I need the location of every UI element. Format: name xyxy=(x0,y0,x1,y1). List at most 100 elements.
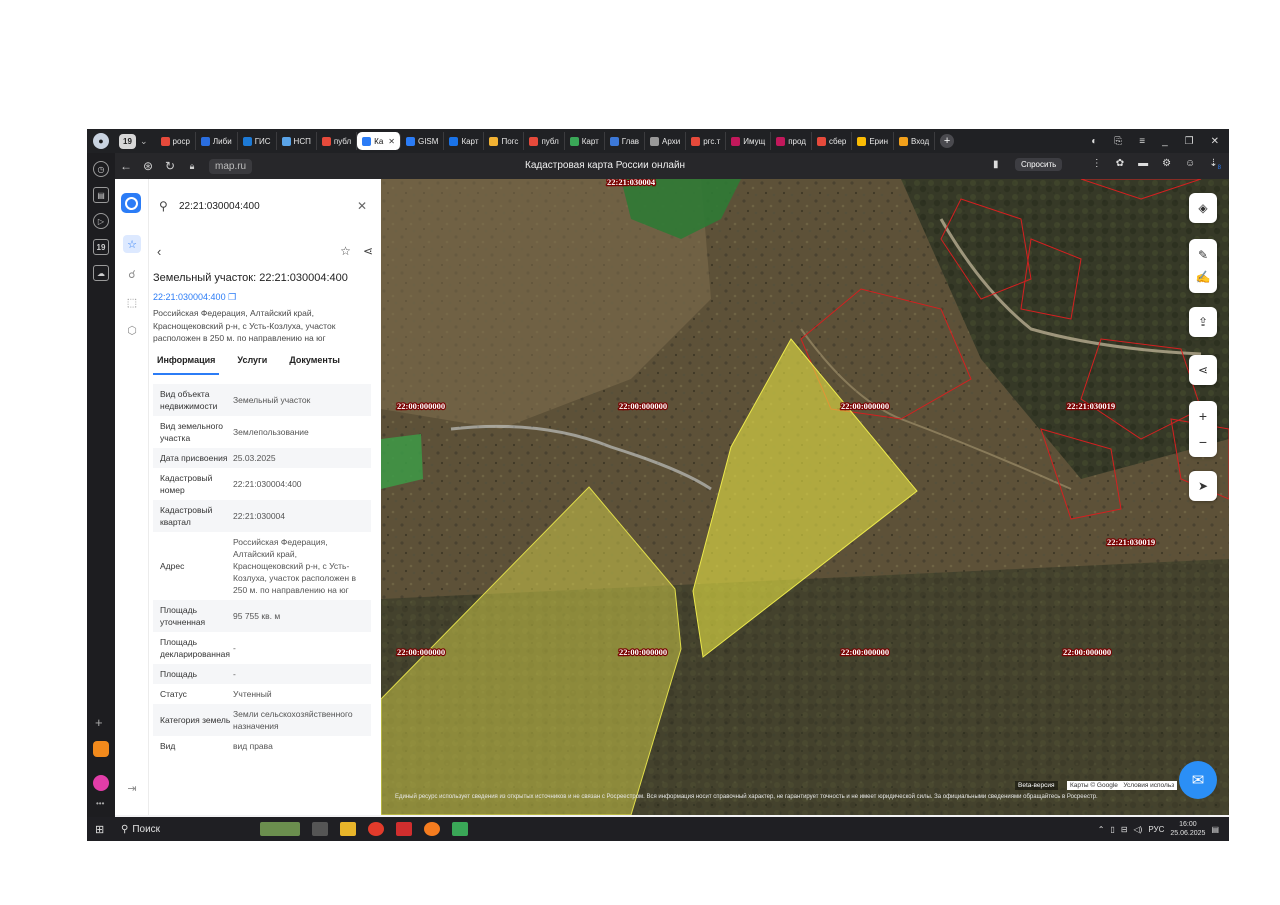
language-indicator[interactable]: РУС xyxy=(1148,825,1164,834)
restore-button[interactable]: ❐ xyxy=(1185,136,1194,147)
back-icon[interactable]: ← xyxy=(115,159,137,173)
browser-tab[interactable]: Глав xyxy=(605,132,646,150)
options-icon[interactable]: ⋮ xyxy=(1092,158,1102,171)
chevron-down-icon[interactable]: ⌄ xyxy=(140,136,148,147)
browser-tab[interactable]: GISM xyxy=(401,132,445,150)
url-field[interactable]: map.ru xyxy=(209,158,253,174)
zoom-in-button[interactable]: + xyxy=(1199,408,1207,424)
firefox-icon[interactable] xyxy=(424,822,441,836)
tabs-count-icon[interactable]: 19 xyxy=(93,239,109,255)
minimize-button[interactable]: _ xyxy=(1162,136,1168,147)
browser-tab[interactable]: сбер xyxy=(812,132,853,150)
search-input[interactable]: 22:21:030004:400 xyxy=(179,201,260,212)
close-window-button[interactable]: ✕ xyxy=(1211,136,1219,147)
browser-tab[interactable]: Архи xyxy=(645,132,687,150)
parcel-number-text[interactable]: 22:21:030004:400 xyxy=(153,292,226,302)
edit-icon[interactable]: ✍ xyxy=(1196,270,1211,284)
back-button[interactable]: ‹ xyxy=(157,244,161,259)
parcel-number-link[interactable]: 22:21:030004:400 ❐ xyxy=(153,292,236,303)
weather-widget[interactable] xyxy=(260,822,301,836)
bookmark-page-icon[interactable]: ▮ xyxy=(993,159,999,170)
extensions-icon[interactable]: ⚙ xyxy=(1162,158,1171,171)
browser-tab[interactable]: НСП xyxy=(277,132,317,150)
area-select-icon[interactable]: ⬚ xyxy=(123,293,141,311)
more-icon[interactable]: ••• xyxy=(96,799,104,808)
browser-tab[interactable]: Карт xyxy=(444,132,485,150)
file-explorer-icon[interactable] xyxy=(340,822,357,836)
tab-documents[interactable]: Документы xyxy=(285,355,344,375)
browser-tab[interactable]: Ерин xyxy=(852,132,895,150)
terms-link[interactable]: Условия использ xyxy=(1123,782,1174,789)
measure-icon[interactable]: ☌ xyxy=(123,265,141,283)
mail-app-icon[interactable] xyxy=(93,741,109,757)
tab-services[interactable]: Услуги xyxy=(233,355,271,375)
download-icon[interactable]: ⇣8 xyxy=(1209,158,1221,171)
close-tab-icon[interactable]: ✕ xyxy=(388,137,395,146)
app-logo[interactable] xyxy=(121,193,141,213)
browser-tab[interactable]: Погс xyxy=(484,132,525,150)
puzzle-icon[interactable]: ✿ xyxy=(1116,158,1124,171)
ask-button[interactable]: Спросить xyxy=(1015,158,1063,171)
search-box[interactable]: ⚲ 22:21:030004:400 ✕ xyxy=(153,191,375,221)
locate-button[interactable]: ➤ xyxy=(1189,471,1217,501)
taskbar-search[interactable]: ⚲ Поиск xyxy=(121,824,160,835)
mail-button[interactable]: ✉ xyxy=(1179,761,1217,799)
tab-counter[interactable]: 19 xyxy=(119,133,136,149)
zoom-out-button[interactable]: − xyxy=(1199,434,1207,450)
favorites-icon[interactable]: ☆ xyxy=(123,235,141,253)
profile-icon[interactable]: ☺ xyxy=(1185,158,1195,171)
browser-tab[interactable]: Ка ✕ xyxy=(357,132,401,150)
browser-tab[interactable]: публ xyxy=(524,132,565,150)
browser-tab[interactable]: ГИС xyxy=(238,132,277,150)
browser-tab[interactable]: публ xyxy=(317,132,358,150)
browser-tab[interactable]: Либи xyxy=(196,132,238,150)
notifications-icon[interactable]: ▤ xyxy=(1211,825,1219,834)
pdf-app-icon[interactable] xyxy=(396,822,413,836)
favorite-star-icon[interactable]: ☆ xyxy=(340,244,351,258)
new-tab-button[interactable]: + xyxy=(940,134,955,148)
ruler-icon[interactable]: ✎ xyxy=(1198,248,1208,262)
alice-icon[interactable] xyxy=(93,775,109,791)
play-icon[interactable]: ▷ xyxy=(93,213,109,229)
clock[interactable]: 16:00 25.06.2025 xyxy=(1170,820,1205,838)
layers-button[interactable]: ◈ xyxy=(1189,193,1217,223)
wallet-icon[interactable]: ▬ xyxy=(1138,158,1148,171)
polygon-icon[interactable]: ⬡ xyxy=(123,321,141,339)
tab-label: GISM xyxy=(417,136,439,146)
login-icon[interactable]: ⇥ xyxy=(123,779,141,797)
tab-information[interactable]: Информация xyxy=(153,355,220,375)
share-icon[interactable]: ⋖ xyxy=(363,244,373,258)
tray-arrow-icon[interactable]: ⌃ xyxy=(1098,825,1105,834)
browser-tab[interactable]: Вход xyxy=(894,132,936,150)
upload-button[interactable]: ⇪ xyxy=(1189,307,1217,337)
cloud-icon[interactable]: ☁ xyxy=(93,265,109,281)
browser-tab[interactable]: ргс.т xyxy=(686,132,727,150)
yandex-browser-icon[interactable] xyxy=(368,822,385,836)
copy-icon[interactable]: ❐ xyxy=(228,292,236,302)
browser-tab[interactable]: роср xyxy=(156,132,196,150)
map-view[interactable]: 22:00:000000 22:00:000000 22:00:000000 2… xyxy=(381,179,1229,815)
menu-icon[interactable]: ≡ xyxy=(1139,136,1145,147)
share-map-icon: ⋖ xyxy=(1197,363,1209,377)
extension-icon[interactable]: ◐ xyxy=(1091,136,1097,147)
cadastral-label-6: 22:00:000000 xyxy=(619,647,667,657)
reload-icon[interactable]: ↻ xyxy=(159,159,181,173)
browser-tab[interactable]: Карт xyxy=(565,132,605,150)
security-icon[interactable]: ⊛ xyxy=(137,159,159,173)
volume-icon[interactable]: ◁) xyxy=(1134,825,1143,834)
add-panel-icon[interactable]: + xyxy=(95,715,103,730)
battery-icon[interactable]: ▯ xyxy=(1110,825,1114,834)
collections-icon[interactable]: ▤ xyxy=(93,187,109,203)
browser-tab[interactable]: Имущ xyxy=(726,132,772,150)
windows-start-icon[interactable]: ⊞ xyxy=(95,823,109,836)
browser-tab[interactable]: прод xyxy=(771,132,812,150)
task-view-icon[interactable] xyxy=(312,822,329,836)
clock-icon[interactable]: ◷ xyxy=(93,161,109,177)
browser-logo-icon[interactable]: ● xyxy=(93,133,109,149)
chart-app-icon[interactable] xyxy=(452,822,469,836)
bookmark-icon[interactable]: ⎘ xyxy=(1114,136,1122,147)
share-map-button[interactable]: ⋖ xyxy=(1189,355,1217,385)
field-value: - xyxy=(233,643,236,653)
clear-search-icon[interactable]: ✕ xyxy=(357,199,367,213)
network-icon[interactable]: ⊟ xyxy=(1121,825,1128,834)
